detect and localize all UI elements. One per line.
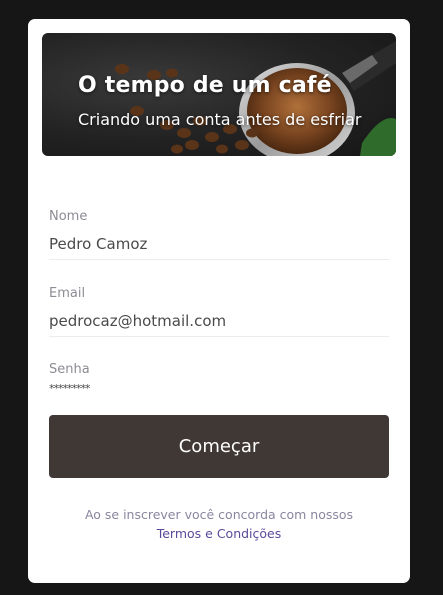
start-button[interactable]: Começar — [49, 415, 389, 478]
terms-text: Ao se inscrever você concorda com nossos — [84, 507, 354, 522]
signup-card: O tempo de um café Criando uma conta ant… — [28, 19, 410, 583]
name-label: Nome — [49, 209, 88, 224]
terms-notice: Ao se inscrever você concorda com nossos… — [28, 505, 410, 543]
password-field: Senha ********* — [49, 362, 389, 402]
password-input[interactable]: ********* — [49, 379, 389, 402]
name-input[interactable]: Pedro Camoz — [49, 232, 389, 260]
hero-subtitle: Criando uma conta antes de esfriar — [78, 110, 362, 129]
email-input[interactable]: pedrocaz@hotmail.com — [49, 309, 389, 337]
terms-link[interactable]: Termos e Condições — [157, 526, 282, 541]
email-label: Email — [49, 286, 86, 301]
password-label: Senha — [49, 362, 90, 377]
email-field: Email pedrocaz@hotmail.com — [49, 286, 389, 337]
hero-title: O tempo de um café — [78, 73, 332, 98]
name-field: Nome Pedro Camoz — [49, 209, 389, 260]
hero-banner: O tempo de um café Criando uma conta ant… — [42, 33, 396, 156]
